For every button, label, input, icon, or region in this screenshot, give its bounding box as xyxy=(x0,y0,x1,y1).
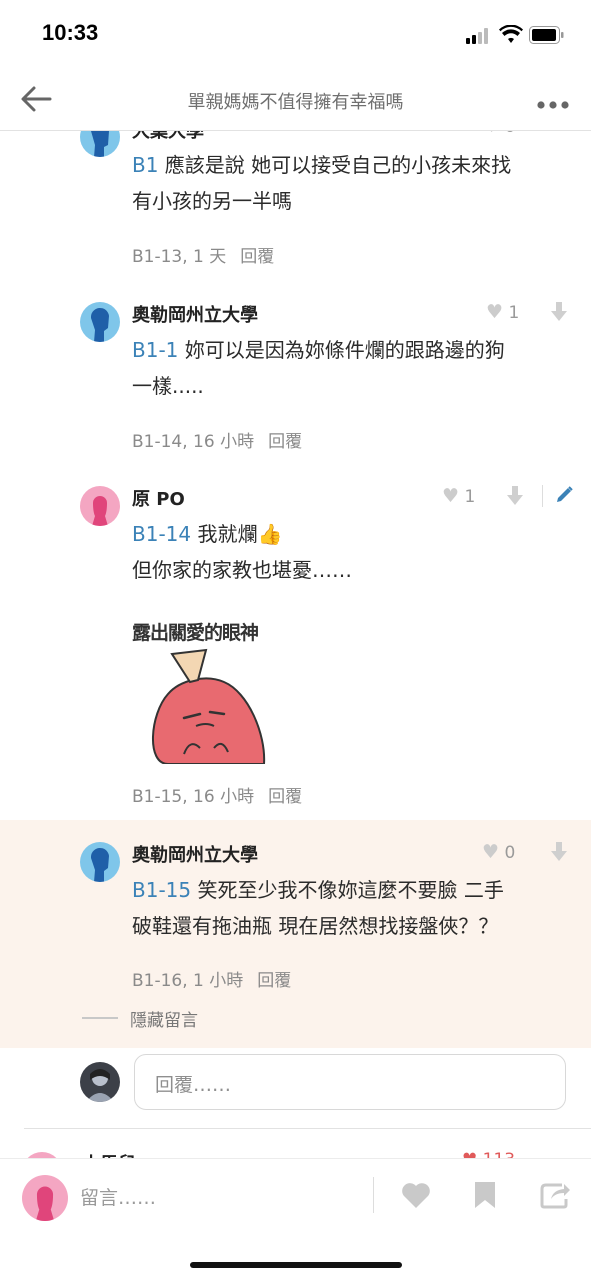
avatar[interactable] xyxy=(80,131,120,157)
divider-vertical xyxy=(373,1177,374,1213)
like-count: 1 xyxy=(508,303,520,323)
comment-author: 小馬兒 xyxy=(82,1150,136,1158)
reply-button[interactable]: 回覆 xyxy=(257,971,291,991)
comment-body: B1-1 妳可以是因為妳條件爛的跟路邊的狗 一樣..... xyxy=(132,332,572,404)
heart-icon: ♥ xyxy=(482,841,500,863)
comment-item: 大葉大學 ♥ 0 B1 應該是說 她可以接受自己的小孩未來找 有小孩的另一半嗎 … xyxy=(0,131,591,281)
share-icon[interactable] xyxy=(540,1181,570,1209)
like-count: 0 xyxy=(505,131,516,137)
page-title: 單親媽媽不值得擁有幸福嗎 xyxy=(187,92,404,113)
heart-icon: ♥ xyxy=(486,301,504,323)
heart-icon: ♥ xyxy=(462,1150,477,1158)
bookmark-icon[interactable] xyxy=(474,1181,496,1209)
comment-floor-time: B1-14, 16 小時 xyxy=(132,432,255,452)
comment-meta: B1-14, 16 小時 回覆 xyxy=(132,427,302,452)
avatar[interactable] xyxy=(80,302,120,342)
downvote-icon[interactable] xyxy=(550,842,568,862)
downvote-icon[interactable] xyxy=(550,302,568,322)
comment-item: 小馬兒 ♥ 113 xyxy=(0,1138,591,1158)
sticker-image[interactable]: 露出關愛的眼神 xyxy=(128,612,288,764)
comment-floor-time: B1-13, 1 天 xyxy=(132,247,227,267)
comment-author: 原 PO xyxy=(132,489,185,510)
comment-meta: B1-13, 1 天回覆 xyxy=(132,242,274,267)
floor-reference-link[interactable]: B1-15 xyxy=(132,878,191,902)
sticker-caption: 露出關愛的眼神 xyxy=(132,622,259,644)
like-button[interactable]: ♥ 1 xyxy=(442,485,475,507)
wifi-icon xyxy=(499,24,523,45)
reply-input[interactable]: 回覆…… xyxy=(134,1054,566,1110)
comment-meta: B1-15, 16 小時 回覆 xyxy=(132,782,302,807)
comment-placeholder: 留言…… xyxy=(80,1187,157,1209)
dash-line xyxy=(82,1017,118,1019)
like-button[interactable]: ♥ 113 xyxy=(462,1150,515,1158)
comment-floor-time: B1-15, 16 小時 xyxy=(132,787,255,807)
like-count: 1 xyxy=(464,487,476,507)
user-avatar xyxy=(80,1062,120,1102)
comment-text: 應該是說 她可以接受自己的小孩未來找 xyxy=(158,153,512,177)
reply-placeholder: 回覆…… xyxy=(155,1074,232,1096)
comment-floor-time: B1-16, 1 小時 xyxy=(132,971,244,991)
floor-reference-link[interactable]: B1-1 xyxy=(132,338,178,362)
comment-text: 笑死至少我不像妳這麼不要臉 二手 xyxy=(191,878,504,902)
sticker-character xyxy=(152,648,266,764)
comment-body: B1-15 笑死至少我不像妳這麼不要臉 二手 破鞋還有拖油瓶 現在居然想找接盤俠… xyxy=(132,872,582,944)
comment-text: 妳可以是因為妳條件爛的跟路邊的狗 xyxy=(178,338,505,362)
comment-text: 破鞋還有拖油瓶 現在居然想找接盤俠？？ xyxy=(132,914,499,938)
section-divider xyxy=(24,1128,591,1129)
reply-button[interactable]: 回覆 xyxy=(268,432,302,452)
avatar[interactable] xyxy=(80,842,120,882)
comment-text: 但你家的家教也堪憂…… xyxy=(132,558,352,582)
reply-button[interactable]: 回覆 xyxy=(268,787,302,807)
heart-icon: ♥ xyxy=(484,131,499,137)
my-avatar[interactable] xyxy=(22,1175,68,1221)
comment-text: 我就爛👍 xyxy=(191,522,283,546)
signal-icon xyxy=(466,28,494,44)
like-count: 0 xyxy=(504,843,516,863)
status-time: 10:33 xyxy=(42,20,99,45)
reply-button[interactable]: 回覆 xyxy=(240,247,274,267)
comment-author: 大葉大學 xyxy=(132,131,204,142)
like-button[interactable]: ♥ 0 xyxy=(482,841,515,863)
hide-comments-label: 隱藏留言 xyxy=(130,1011,198,1031)
home-indicator xyxy=(190,1262,402,1268)
separator xyxy=(542,485,543,507)
battery-icon xyxy=(529,26,565,44)
comment-meta: B1-16, 1 小時 回覆 xyxy=(132,966,291,991)
more-options-icon[interactable] xyxy=(536,95,570,109)
comment-body: B1-14 我就爛👍 但你家的家教也堪憂…… xyxy=(132,516,572,588)
heart-icon[interactable] xyxy=(401,1181,431,1209)
floor-reference-link[interactable]: B1 xyxy=(132,153,158,177)
comment-input[interactable]: 留言…… xyxy=(80,1183,360,1215)
comment-text: 一樣..... xyxy=(132,374,204,398)
comment-author: 奧勒岡州立大學 xyxy=(132,845,258,866)
comment-body: B1 應該是說 她可以接受自己的小孩未來找 有小孩的另一半嗎 xyxy=(132,147,572,219)
edit-icon[interactable] xyxy=(554,485,574,505)
comment-author: 奧勒岡州立大學 xyxy=(132,305,258,326)
downvote-icon[interactable] xyxy=(506,486,524,506)
like-button[interactable]: ♥ 0 xyxy=(484,131,515,137)
comment-text: 有小孩的另一半嗎 xyxy=(132,189,292,213)
like-count: 113 xyxy=(483,1150,515,1158)
like-button[interactable]: ♥ 1 xyxy=(486,301,519,323)
floor-reference-link[interactable]: B1-14 xyxy=(132,522,191,546)
heart-icon: ♥ xyxy=(442,485,460,507)
avatar[interactable] xyxy=(80,486,120,526)
